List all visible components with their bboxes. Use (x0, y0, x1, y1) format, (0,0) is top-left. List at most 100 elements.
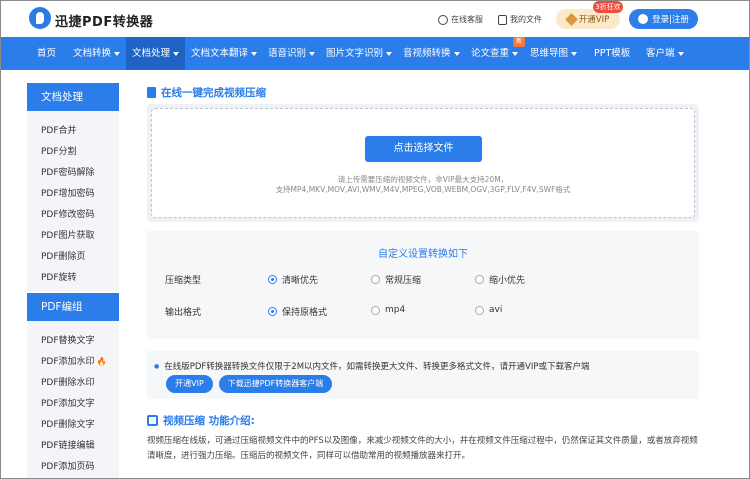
radio-icon (475, 275, 484, 284)
nav-item-ppt-templates[interactable]: PPT模板 (588, 37, 636, 70)
nav-label: 图片文字识别 (326, 48, 384, 59)
sidebar-header-doc-process: 文档处理 (27, 83, 119, 111)
nav-label: 论文查重 (471, 48, 510, 59)
radio-mp4[interactable]: mp4 (371, 305, 405, 315)
sidebar-item-pdf-add-page-numbers[interactable]: PDF添加页码 (41, 459, 95, 472)
upload-dropzone[interactable] (151, 108, 695, 218)
open-vip-pill-button[interactable]: 开通VIP (166, 375, 213, 393)
customer-service-label: 在线客服 (451, 15, 483, 24)
sidebar-item-pdf-extract-images[interactable]: PDF图片获取 (41, 228, 95, 241)
radio-label: 保持原格式 (282, 308, 328, 318)
radio-icon (371, 275, 380, 284)
download-client-button[interactable]: 下载迅捷PDF转换器客户端 (219, 375, 332, 393)
choose-file-button[interactable]: 点击选择文件 (365, 136, 482, 162)
diamond-icon (564, 12, 578, 26)
main-nav: 首页 文档转换 文档处理 文档文本翻译 语音识别 图片文字识别 音视频转换 论文… (1, 37, 749, 70)
radio-keep-format[interactable]: 保持原格式 (268, 305, 327, 318)
brand-name[interactable]: 迅捷PDF转换器 (55, 11, 153, 30)
new-badge: 新 (513, 37, 525, 47)
sidebar-item-pdf-split[interactable]: PDF分割 (41, 144, 77, 157)
login-register-button[interactable]: 登录|注册 (629, 9, 698, 29)
nav-label: 音视频转换 (403, 48, 451, 59)
chevron-down-icon (173, 51, 180, 56)
brand-logo-icon[interactable] (29, 7, 51, 29)
nav-label: 客户端 (646, 48, 675, 59)
headset-icon (438, 14, 448, 25)
info-icon (147, 415, 158, 426)
radio-normal-compress[interactable]: 常规压缩 (371, 273, 421, 286)
settings-title: 自定义设置转换如下 (378, 249, 468, 260)
nav-item-doc-translate[interactable]: 文档文本翻译 (185, 37, 263, 70)
radio-label: avi (489, 305, 503, 315)
radio-label: 清晰优先 (282, 276, 319, 286)
nav-label: 文档转换 (73, 48, 112, 59)
sidebar-item-label: PDF添加水印 (41, 357, 95, 367)
nav-item-client[interactable]: 客户端 (640, 37, 690, 70)
file-icon (498, 14, 507, 25)
chevron-down-icon (386, 51, 393, 56)
my-files-link[interactable]: 我的文件 (498, 14, 542, 25)
intro-title: 视频压缩 功能介绍: (147, 413, 255, 428)
customer-service-link[interactable]: 在线客服 (438, 14, 483, 25)
sidebar-item-pdf-add-text[interactable]: PDF添加文字 (41, 396, 95, 409)
sidebar-item-pdf-merge[interactable]: PDF合并 (41, 123, 77, 136)
notice-text: 在线版PDF转换器转换文件仅限于2M以内文件，如需转换更大文件、转换更多格式文件… (154, 360, 589, 372)
chevron-down-icon (571, 51, 578, 56)
radio-selected-icon (268, 307, 277, 316)
nav-item-doc-process[interactable]: 文档处理 (126, 37, 186, 70)
nav-label: PPT模板 (594, 48, 631, 59)
sidebar-item-pdf-change-password[interactable]: PDF修改密码 (41, 207, 95, 220)
sidebar-item-pdf-remove-watermark[interactable]: PDF删除水印 (41, 375, 95, 388)
login-register-label: 登录|注册 (652, 15, 689, 25)
sidebar-header-pdf-edit: PDF编组 (27, 293, 119, 321)
section-title: 在线一键完成视频压缩 (147, 85, 266, 100)
sidebar-item-pdf-add-password[interactable]: PDF增加密码 (41, 186, 95, 199)
vip-promo-badge: 3折狂欢 (593, 1, 623, 13)
sidebar-item-pdf-replace-text[interactable]: PDF替换文字 (41, 333, 95, 346)
radio-label: 缩小优先 (489, 276, 526, 286)
chevron-down-icon (453, 51, 460, 56)
nav-item-mind-map[interactable]: 思维导图 (524, 37, 583, 70)
nav-item-doc-convert[interactable]: 文档转换 (67, 37, 126, 70)
radio-avi[interactable]: avi (475, 305, 502, 315)
nav-item-home[interactable]: 首页 (31, 37, 62, 70)
section-title-text: 在线一键完成视频压缩 (161, 87, 266, 99)
nav-label: 文档文本翻译 (191, 48, 249, 59)
compress-type-label: 压缩类型 (165, 276, 202, 286)
radio-selected-icon (268, 275, 277, 284)
user-icon (638, 14, 649, 24)
intro-title-text: 视频压缩 功能介绍: (163, 415, 255, 427)
nav-label: 语音识别 (268, 48, 307, 59)
intro-text: 视频压缩在线版，可通过压缩视频文件中的PFS以及图像，来减少视频文件的大小，并在… (147, 436, 698, 461)
sidebar-group-doc-process (27, 111, 119, 291)
radio-size-first[interactable]: 缩小优先 (475, 273, 525, 286)
upload-hint-formats: 支持MP4,MKV,MOV,AVI,WMV,M4V,MPEG,VOB,WEBM,… (275, 185, 571, 194)
page-frame: 迅捷PDF转换器 在线客服 我的文件 开通VIP 3折狂欢 登录|注册 首页 文… (0, 0, 750, 479)
nav-label: 文档处理 (132, 48, 171, 59)
fire-icon: 🔥 (96, 357, 107, 366)
chevron-down-icon (114, 51, 121, 56)
chevron-down-icon (251, 51, 258, 56)
sidebar-item-pdf-remove-password[interactable]: PDF密码解除 (41, 165, 95, 178)
top-header: 迅捷PDF转换器 在线客服 我的文件 开通VIP 3折狂欢 登录|注册 (1, 1, 749, 37)
sidebar-item-pdf-add-watermark[interactable]: PDF添加水印 🔥 (41, 354, 107, 367)
output-format-label: 输出格式 (165, 308, 202, 318)
radio-clarity-first[interactable]: 清晰优先 (268, 273, 318, 286)
chevron-down-icon (309, 51, 316, 56)
chevron-down-icon (512, 51, 519, 56)
sidebar-item-pdf-link-edit[interactable]: PDF链接编辑 (41, 438, 95, 451)
nav-item-ocr[interactable]: 图片文字识别 (320, 37, 398, 70)
sidebar-item-pdf-delete-text[interactable]: PDF删除文字 (41, 417, 95, 430)
radio-label: mp4 (385, 305, 406, 315)
open-vip-label: 开通VIP (578, 15, 610, 25)
sidebar-item-pdf-delete-pages[interactable]: PDF删除页 (41, 249, 86, 262)
nav-label: 首页 (37, 48, 57, 59)
chevron-down-icon (677, 51, 684, 56)
nav-label: 思维导图 (530, 48, 569, 59)
nav-item-av-convert[interactable]: 音视频转换 (397, 37, 466, 70)
radio-icon (371, 305, 380, 315)
my-files-label: 我的文件 (510, 15, 542, 24)
nav-item-speech-recognition[interactable]: 语音识别 (262, 37, 321, 70)
sidebar-item-pdf-rotate[interactable]: PDF旋转 (41, 270, 77, 283)
radio-icon (475, 305, 484, 315)
